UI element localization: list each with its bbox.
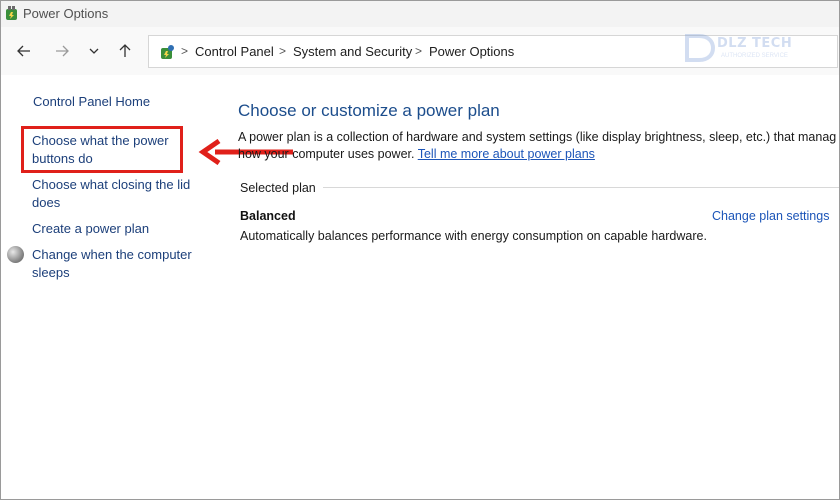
- page-title: Choose or customize a power plan: [238, 101, 500, 120]
- chevron-down-icon: [89, 48, 99, 54]
- description-line-2: how your computer uses power. Tell me mo…: [238, 146, 840, 163]
- plan-name: Balanced: [240, 209, 296, 223]
- change-plan-settings-link[interactable]: Change plan settings: [712, 209, 829, 223]
- back-arrow-icon: [17, 45, 30, 57]
- sidebar-item-label: Create a power plan: [32, 221, 150, 236]
- breadcrumb-control-panel[interactable]: Control Panel: [195, 44, 274, 59]
- sidebar-item-label: does: [32, 195, 61, 210]
- sidebar-item-label: sleeps: [32, 265, 70, 280]
- breadcrumb-separator-icon: >: [181, 44, 189, 58]
- selected-plan-label: Selected plan: [240, 181, 316, 195]
- watermark-subtext: AUTHORIZED SERVICE: [721, 53, 788, 59]
- power-options-icon: [6, 6, 17, 20]
- power-options-window: Power Options > Control Panel > System a…: [0, 0, 840, 500]
- description-line: A power plan is a collection of hardware…: [238, 130, 837, 144]
- breadcrumb-separator-icon: >: [415, 44, 423, 58]
- window-title: Power Options: [23, 6, 109, 21]
- watermark-logo: DLZ TECH AUTHORIZED SERVICE: [681, 31, 799, 65]
- up-arrow-icon: [119, 44, 131, 57]
- watermark-d-icon: [685, 34, 716, 62]
- watermark-text: DLZ TECH: [717, 36, 793, 51]
- plan-description-text: A power plan is a collection of hardware…: [238, 129, 840, 163]
- sidebar-control-panel-home[interactable]: Control Panel Home: [33, 93, 150, 111]
- forward-arrow-icon: [56, 45, 69, 57]
- up-button[interactable]: [113, 39, 137, 63]
- sidebar-item-label: Choose what closing the lid: [32, 177, 191, 192]
- learn-more-link[interactable]: Tell me more about power plans: [418, 147, 595, 161]
- back-button[interactable]: [12, 39, 36, 63]
- breadcrumb-separator-icon: >: [279, 44, 287, 58]
- breadcrumb-system-and-security[interactable]: System and Security: [293, 44, 412, 59]
- recent-locations-button[interactable]: [82, 39, 106, 63]
- control-panel-icon: [161, 45, 174, 59]
- title-bar: Power Options: [1, 1, 839, 27]
- plan-summary: Automatically balances performance with …: [240, 229, 707, 243]
- sidebar-item-create-plan[interactable]: Create a power plan: [32, 220, 149, 238]
- sidebar-item-computer-sleeps[interactable]: Change when the computer sleeps: [32, 246, 192, 282]
- sidebar-item-closing-lid[interactable]: Choose what closing the lid does: [32, 176, 190, 212]
- description-prefix: how your computer uses power.: [238, 147, 415, 161]
- moon-icon: [7, 246, 24, 263]
- forward-button[interactable]: [50, 39, 74, 63]
- highlight-box: [21, 126, 183, 173]
- breadcrumb-power-options[interactable]: Power Options: [429, 44, 514, 59]
- sidebar-item-label: Change when the computer: [32, 247, 192, 262]
- section-divider: [323, 187, 839, 188]
